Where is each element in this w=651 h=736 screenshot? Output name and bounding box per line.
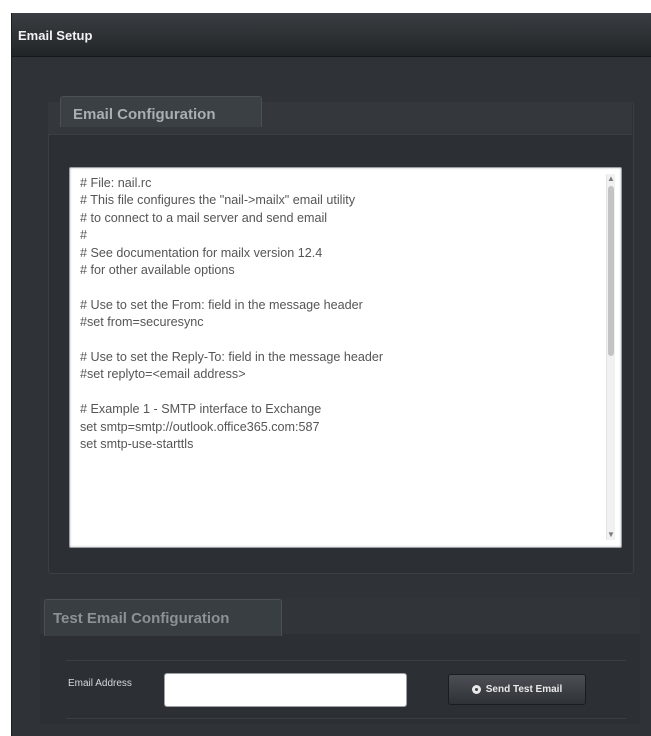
window-title: Email Setup bbox=[18, 28, 93, 43]
test-email-title: Test Email Configuration bbox=[53, 610, 230, 627]
email-address-input[interactable] bbox=[164, 673, 407, 707]
send-test-email-label: Send Test Email bbox=[485, 684, 563, 695]
email-configuration-legend: Email Configuration bbox=[60, 96, 262, 127]
config-line: # File: nail.rc bbox=[80, 176, 152, 190]
config-line bbox=[80, 279, 600, 296]
email-config-content[interactable]: # File: nail.rc # This file configures th… bbox=[80, 175, 600, 541]
email-configuration-title: Email Configuration bbox=[73, 106, 216, 123]
scroll-down-arrow-icon[interactable]: ▼ bbox=[607, 530, 615, 540]
config-line: set smtp=smtp://outlook.office365.com:58… bbox=[80, 419, 320, 434]
config-line: # to connect to a mail server and send e… bbox=[80, 210, 328, 225]
email-config-textarea[interactable]: # File: nail.rc # This file configures th… bbox=[69, 167, 622, 548]
row-divider bbox=[66, 660, 626, 661]
send-test-email-button[interactable]: Send Test Email bbox=[448, 674, 586, 705]
config-line: # This file configures the "nail->mailx"… bbox=[80, 193, 356, 208]
config-line: #set replyto=<email address> bbox=[80, 367, 246, 382]
config-line: # Example 1 - SMTP interface to Exchange bbox=[80, 402, 322, 417]
scroll-up-arrow-icon[interactable]: ▲ bbox=[607, 174, 615, 184]
config-line: # See documentation for mailx version 12… bbox=[80, 245, 323, 260]
test-email-legend: Test Email Configuration bbox=[44, 599, 282, 636]
gear-icon bbox=[471, 685, 481, 694]
config-line: # Use to set the From: field in the mess… bbox=[80, 297, 363, 312]
bottom-divider bbox=[66, 718, 626, 719]
config-line: # for other available options bbox=[80, 263, 235, 278]
config-line: # Use to set the Reply-To: field in the … bbox=[80, 350, 384, 365]
config-line: # bbox=[80, 228, 88, 243]
config-line bbox=[80, 384, 600, 401]
config-line bbox=[80, 332, 600, 349]
config-line: set smtp-use-starttls bbox=[80, 437, 194, 452]
config-scrollbar[interactable]: ▲ ▼ bbox=[606, 174, 615, 540]
email-address-label: Email Address bbox=[68, 678, 132, 689]
scroll-thumb[interactable] bbox=[608, 186, 614, 356]
window-titlebar: Email Setup bbox=[12, 13, 651, 57]
config-line: #set from=securesync bbox=[80, 315, 204, 330]
